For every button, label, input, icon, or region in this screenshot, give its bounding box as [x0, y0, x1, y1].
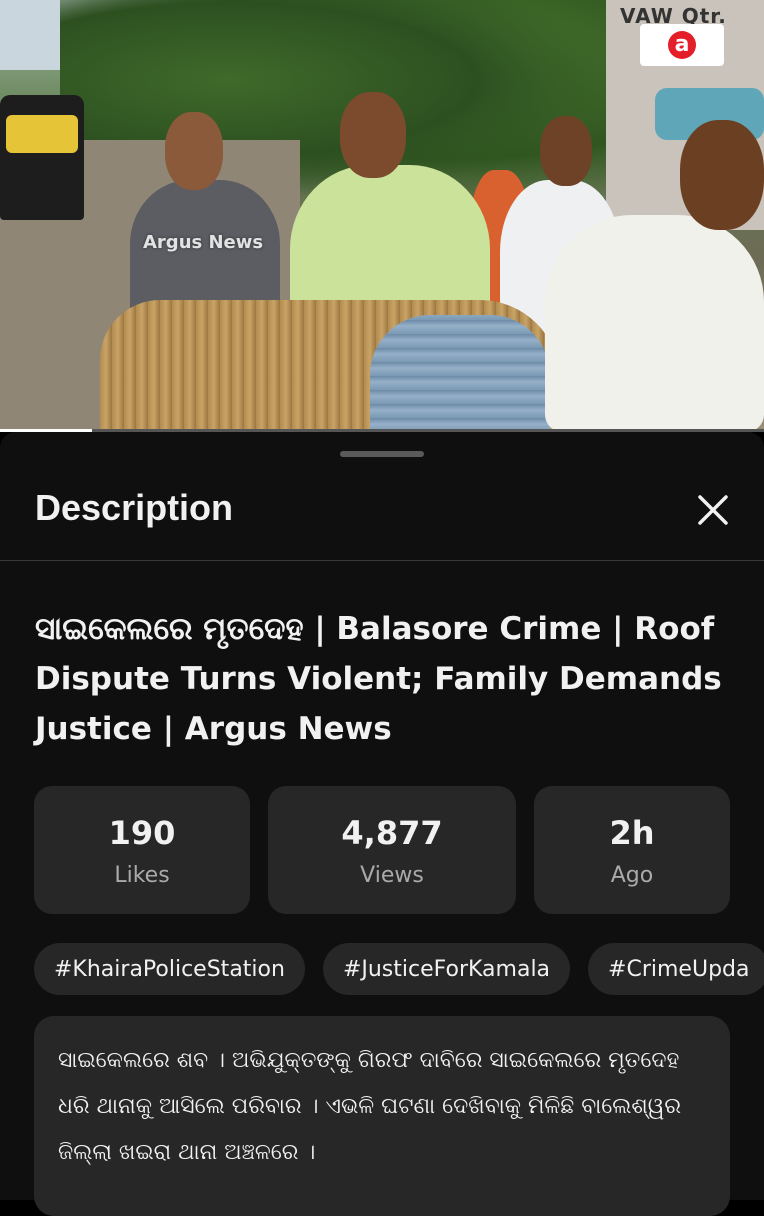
hashtag-chip[interactable]: #CrimeUpda: [588, 943, 764, 995]
header-divider: [0, 560, 764, 561]
hashtag-chip[interactable]: #KhairaPoliceStation: [34, 943, 305, 995]
person-speaking-head: [340, 92, 406, 178]
description-text: ସାଇକେଲରେ ଶବ । ଅଭିଯୁକ୍ତଙ୍କୁ ଗିରଫ ଦାବିରେ ସ…: [58, 1048, 682, 1165]
stat-age: 2h Ago: [534, 786, 730, 914]
channel-logo: a: [640, 24, 724, 66]
likes-count: 190: [108, 813, 176, 852]
close-button[interactable]: [690, 487, 736, 533]
video-watermark: Argus News: [143, 232, 264, 253]
stat-likes: 190 Likes: [34, 786, 250, 914]
drag-handle[interactable]: [340, 451, 424, 457]
person-foreground-head: [680, 120, 764, 230]
views-label: Views: [360, 862, 424, 888]
stats-row: 190 Likes 4,877 Views 2h Ago: [34, 786, 730, 914]
channel-logo-icon: a: [668, 31, 696, 59]
auto-rickshaw: [0, 95, 84, 220]
views-count: 4,877: [341, 813, 443, 852]
hashtag-chip[interactable]: #JusticeForKamala: [322, 943, 571, 995]
age-label: Ago: [610, 862, 654, 888]
video-player[interactable]: VAW Qtr. a Argus News: [0, 0, 764, 432]
description-box[interactable]: ସାଇକେଲରେ ଶବ । ଅଭିଯୁକ୍ତଙ୍କୁ ଗିରଫ ଦାବିରେ ସ…: [34, 1016, 730, 1216]
age-value: 2h: [609, 813, 655, 852]
close-icon: [698, 495, 728, 525]
hashtag-row: #KhairaPoliceStation #JusticeForKamala #…: [34, 943, 764, 995]
likes-label: Likes: [114, 862, 170, 888]
sheet-title: Description: [35, 487, 234, 528]
person-right-center-head: [540, 116, 592, 186]
person-foreground: [545, 215, 764, 432]
video-title: ସାଇକେଲରେ ମୃତଦେହ | Balasore Crime | Roof …: [35, 611, 722, 747]
stat-views: 4,877 Views: [268, 786, 516, 914]
person-left-head: [165, 112, 223, 190]
description-sheet: Description ସାଇକେଲରେ ମୃତଦେହ | Balasore C…: [0, 432, 764, 1216]
wrapped-mat-blue: [370, 315, 550, 432]
